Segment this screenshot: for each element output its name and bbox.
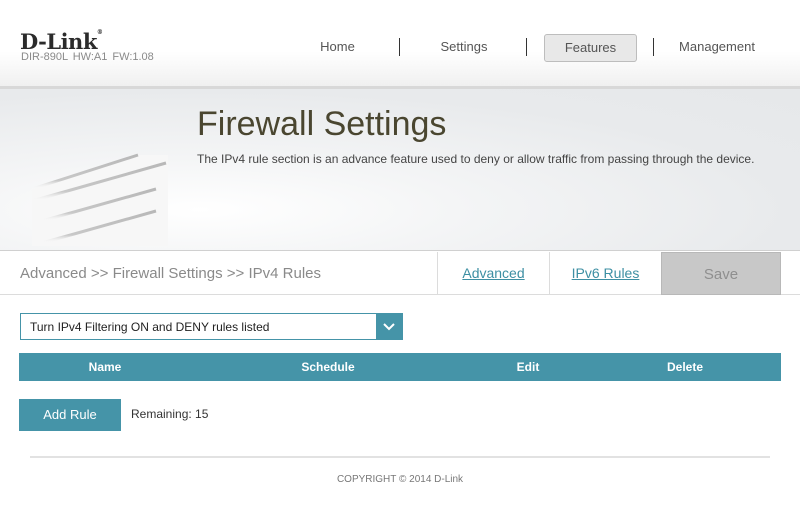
page-banner: Firewall Settings The IPv4 rule section …	[0, 86, 800, 251]
column-header-schedule: Schedule	[301, 360, 355, 374]
page-title: Firewall Settings	[197, 105, 447, 143]
add-rule-button[interactable]: Add Rule	[19, 399, 121, 431]
rules-table-header: Name Schedule Edit Delete	[19, 353, 781, 381]
footer-divider	[30, 456, 770, 458]
advanced-link[interactable]: Advanced	[437, 252, 549, 295]
ipv4-filter-select[interactable]: Turn IPv4 Filtering ON and DENY rules li…	[20, 313, 403, 340]
nav-separator	[399, 38, 400, 56]
header: D-Link® DIR-890L HW:A1 FW:1.08 Home Sett…	[0, 0, 800, 86]
nav-features[interactable]: Features	[544, 34, 637, 62]
nav-separator	[526, 38, 527, 56]
save-button[interactable]: Save	[661, 252, 781, 295]
nav-management[interactable]: Management	[672, 34, 762, 62]
ipv6-rules-link[interactable]: IPv6 Rules	[549, 252, 661, 295]
model-info: DIR-890L HW:A1 FW:1.08	[21, 51, 154, 63]
nav-settings[interactable]: Settings	[425, 34, 503, 62]
sub-toolbar: Advanced >> Firewall Settings >> IPv4 Ru…	[0, 252, 800, 295]
page-description: The IPv4 rule section is an advance feat…	[197, 152, 755, 166]
select-value: Turn IPv4 Filtering ON and DENY rules li…	[30, 320, 270, 334]
column-header-edit: Edit	[516, 360, 540, 374]
remaining-count: Remaining: 15	[131, 407, 209, 421]
nav-home[interactable]: Home	[300, 34, 375, 62]
column-header-name: Name	[88, 360, 122, 374]
chevron-down-icon[interactable]	[376, 314, 402, 339]
copyright: COPYRIGHT © 2014 D-Link	[336, 474, 464, 485]
nav-separator	[653, 38, 654, 56]
breadcrumb: Advanced >> Firewall Settings >> IPv4 Ru…	[20, 265, 321, 282]
brick-wall-icon	[30, 153, 168, 246]
column-header-delete: Delete	[666, 360, 704, 374]
registered-mark: ®	[96, 29, 103, 36]
